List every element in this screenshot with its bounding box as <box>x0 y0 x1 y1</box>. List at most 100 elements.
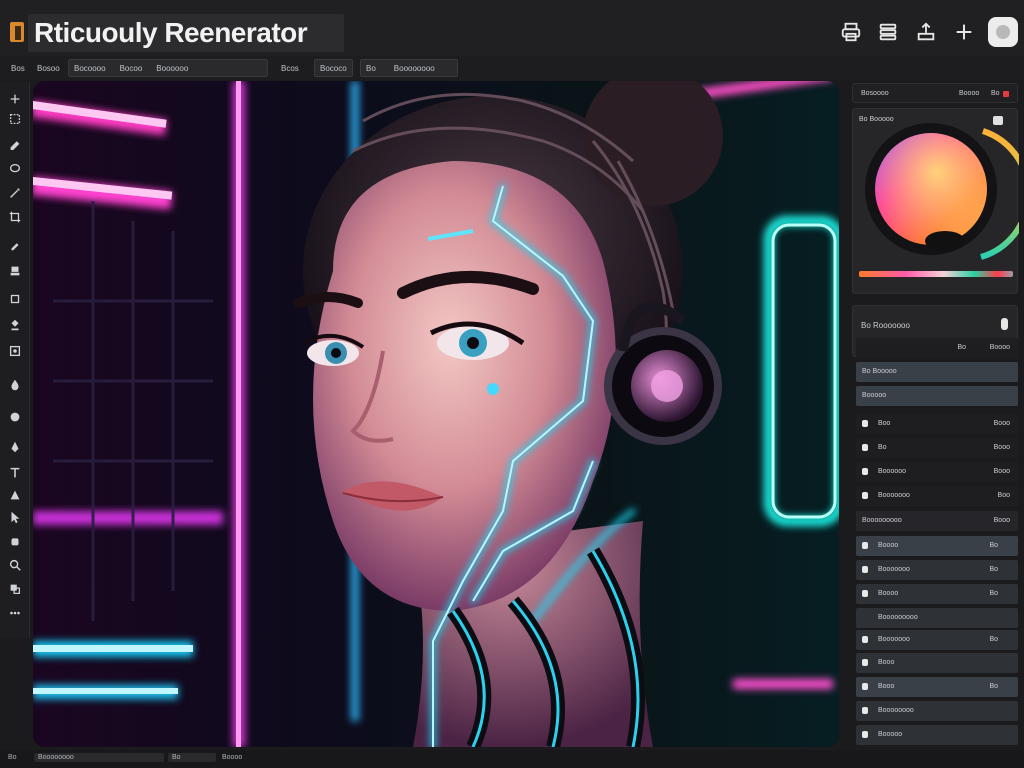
layers-subheader-value-2: Boooo <box>989 344 1010 351</box>
gradient-tool-icon[interactable] <box>7 344 23 358</box>
brush-tool-icon[interactable] <box>7 136 23 150</box>
layer-list-item-5[interactable]: Booooooo Bo <box>856 630 1018 650</box>
hand-tool-icon[interactable] <box>7 534 23 548</box>
pen-tool-icon[interactable] <box>7 440 23 454</box>
toolbar-field-2[interactable]: Bo Boooooooo <box>360 59 458 77</box>
layers-stack-icon[interactable] <box>873 17 903 47</box>
wand-tool-icon[interactable] <box>7 186 23 200</box>
status-bar: Bo Boooooooo Bo Boooo <box>0 750 1024 768</box>
avatar-icon <box>996 25 1010 39</box>
layer-list-item-2-value: Bo <box>989 566 998 573</box>
layer-row-1[interactable]: Boo Booo <box>856 414 1018 434</box>
layer-list-item-1-label: Boooo <box>878 542 899 549</box>
toolbar: Bos Bosoo Bocoooo Bocoo Boooooo Bcos Boc… <box>0 56 1024 80</box>
color-wheel[interactable] <box>853 109 1019 295</box>
layer-row-3[interactable]: Boooooo Booo <box>856 462 1018 482</box>
toolbar-item-1[interactable]: Bos <box>6 59 30 77</box>
app-logo-icon <box>10 22 24 42</box>
layer-list-item-3[interactable]: Boooo Bo <box>856 584 1018 604</box>
color-panel-value-2: Bo <box>991 90 1000 97</box>
stamp-tool-icon[interactable] <box>7 264 23 278</box>
layer-list-item-5-label: Booooooo <box>878 636 910 643</box>
layer-list-item-7-label: Booo <box>878 683 895 690</box>
layer-row-3-value: Booo <box>993 468 1010 475</box>
dodge-tool-icon[interactable] <box>7 410 23 424</box>
layer-list-item-6-label: Booo <box>878 659 895 666</box>
tool-rail <box>0 82 30 638</box>
layer-list-item-3-value: Bo <box>989 590 998 597</box>
add-icon[interactable] <box>949 17 979 47</box>
color-indicator <box>1003 91 1009 97</box>
eraser-tool-icon[interactable] <box>7 292 23 306</box>
layer-list-item-7[interactable]: Booo Bo <box>856 677 1018 697</box>
layer-thumb-icon <box>862 566 868 573</box>
layer-list-item-8-label: Boooooooo <box>878 707 914 714</box>
swap-colors-icon[interactable] <box>7 582 23 596</box>
canvas[interactable] <box>33 81 839 747</box>
layer-list-item-2[interactable]: Booooooo Bo <box>856 560 1018 580</box>
export-icon[interactable] <box>911 17 941 47</box>
layer-row-3-label: Boooooo <box>878 468 907 475</box>
layer-group-2-label: Booooo <box>862 392 887 399</box>
layer-visibility-icon[interactable] <box>862 420 868 427</box>
layer-visibility-icon[interactable] <box>862 468 868 475</box>
layer-row-2-label: Bo <box>878 444 887 451</box>
layer-thumb-icon <box>862 542 868 549</box>
layer-group-2[interactable]: Booooo <box>856 386 1018 406</box>
path-select-icon[interactable] <box>7 510 23 524</box>
layer-list-item-9[interactable]: Booooo <box>856 725 1018 745</box>
toolbar-item-2[interactable]: Bosoo <box>32 59 65 77</box>
layer-thumb-icon <box>862 683 868 690</box>
layer-section-value: Booo <box>993 517 1010 524</box>
layer-list-item-7-value: Bo <box>989 683 998 690</box>
layer-list-item-9-label: Booooo <box>878 731 903 738</box>
eyedropper-tool-icon[interactable] <box>7 238 23 252</box>
toolbar-item-3[interactable]: Bcos <box>276 59 304 77</box>
layer-list-item-1-value: Bo <box>989 542 998 549</box>
color-picker-panel: Bo Booooo <box>852 108 1019 295</box>
layer-row-2-value: Booo <box>993 444 1010 451</box>
crop-tool-icon[interactable] <box>7 210 23 224</box>
status-document[interactable]: Boooooooo <box>34 753 164 762</box>
layer-visibility-icon[interactable] <box>862 444 868 451</box>
app-title: Rticuouly Reenerator <box>34 17 308 48</box>
status-mid-1[interactable]: Bo <box>168 753 216 762</box>
layer-list-item-4[interactable]: Booooooooo <box>856 608 1018 628</box>
layer-list-item-6[interactable]: Booo <box>856 653 1018 673</box>
layer-list-item-8[interactable]: Boooooooo <box>856 701 1018 721</box>
toolbar-field-label: Bocoooo <box>74 63 106 73</box>
layer-list-item-3-label: Boooo <box>878 590 899 597</box>
lasso-tool-icon[interactable] <box>7 162 23 176</box>
layer-section-label: Booooooooo <box>862 517 902 524</box>
toolbar-item-4[interactable]: Bococo <box>314 59 353 77</box>
app-title-box: Rticuouly Reenerator <box>28 14 344 52</box>
text-tool-icon[interactable] <box>7 466 23 480</box>
layer-list-item-2-label: Booooooo <box>878 566 910 573</box>
shape-tool-icon[interactable] <box>7 488 23 502</box>
layer-visibility-icon[interactable] <box>862 492 868 499</box>
layer-row-4[interactable]: Booooooo Boo <box>856 486 1018 506</box>
layer-thumb-icon <box>862 590 868 597</box>
status-mid-2: Boooo <box>222 754 243 761</box>
title-bar: Rticuouly Reenerator <box>0 0 1024 56</box>
layer-thumb-icon <box>862 659 868 666</box>
layer-row-2[interactable]: Bo Booo <box>856 438 1018 458</box>
blur-tool-icon[interactable] <box>7 378 23 392</box>
color-panel-header[interactable]: Bosoooo Boooo Bo <box>852 83 1018 103</box>
more-tools-icon[interactable] <box>7 606 23 620</box>
layer-row-4-label: Booooooo <box>878 492 910 499</box>
toolbar-field[interactable]: Bocoooo Bocoo Boooooo <box>68 59 268 77</box>
user-avatar[interactable] <box>988 17 1018 47</box>
move-tool-icon[interactable] <box>7 92 23 106</box>
layer-thumb-icon <box>862 636 868 643</box>
fill-tool-icon[interactable] <box>7 318 23 332</box>
layers-subheader[interactable]: Bo Boooo <box>856 338 1018 358</box>
select-tool-icon[interactable] <box>7 112 23 126</box>
print-icon[interactable] <box>836 17 866 47</box>
layer-group-1[interactable]: Bo Booooo <box>856 362 1018 382</box>
zoom-tool-icon[interactable] <box>7 558 23 572</box>
layer-list-item-1[interactable]: Boooo Bo <box>856 536 1018 556</box>
lock-icon[interactable] <box>1001 318 1008 330</box>
layer-row-4-value: Boo <box>997 492 1010 499</box>
layer-section-header[interactable]: Booooooooo Booo <box>856 511 1018 531</box>
